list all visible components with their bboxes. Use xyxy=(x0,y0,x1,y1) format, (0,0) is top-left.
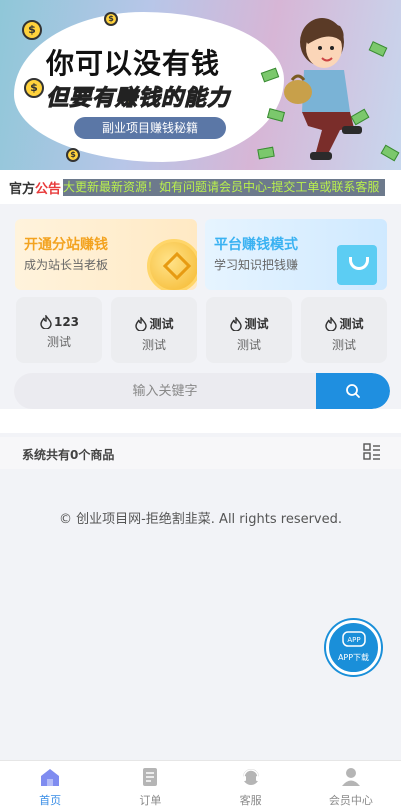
product-count: 系统共有0个商品 xyxy=(22,448,115,462)
app-badge-icon: APP xyxy=(342,631,366,647)
grid-item[interactable]: 测试 测试 xyxy=(111,297,197,363)
promo-banner[interactable]: $ $ $ $ 你可以没有钱 但要有赚钱的能力 副业项目赚钱秘籍 xyxy=(0,0,401,170)
order-icon xyxy=(143,768,158,786)
app-badge-text: APP xyxy=(347,636,360,644)
grid-item-title: 测试 xyxy=(244,317,269,331)
tab-label: 会员中心 xyxy=(328,794,373,807)
grid-item[interactable]: 测试 测试 xyxy=(301,297,387,363)
card-title: 开通分站赚钱 xyxy=(24,237,108,253)
shopping-bag-icon xyxy=(337,245,377,285)
search-bar xyxy=(14,373,390,409)
money-bill-icon xyxy=(257,146,275,160)
grid-item-subtitle: 测试 xyxy=(236,338,261,352)
tab-member-center[interactable]: 会员中心 xyxy=(301,761,401,812)
grid-item[interactable]: 测试 测试 xyxy=(206,297,292,363)
grid-item-title-row: 测试 xyxy=(301,315,387,332)
grid-item-title: 123 xyxy=(53,315,80,329)
open-substation-card[interactable]: 开通分站赚钱 成为站长当老板 xyxy=(15,219,197,290)
card-subtitle: 成为站长当老板 xyxy=(24,258,109,272)
flame-icon xyxy=(325,316,338,331)
spacer xyxy=(0,409,401,433)
notice-tag: 官方公告 xyxy=(9,178,61,197)
grid-item-title-row: 测试 xyxy=(111,315,197,332)
copyright-text: © 创业项目网-拒绝割韭菜. All rights reserved. xyxy=(58,512,343,527)
notice-tag-official: 官方 xyxy=(9,181,36,197)
list-view-toggle-icon[interactable] xyxy=(363,443,381,461)
dollar-coin-icon: $ xyxy=(104,12,118,26)
tab-label: 首页 xyxy=(39,794,62,807)
grid-item-title-row: 123 xyxy=(16,315,102,329)
banner-title: 你可以没有钱 xyxy=(46,47,221,80)
service-icon xyxy=(242,769,259,785)
dollar-coin-icon: $ xyxy=(66,148,80,162)
search-icon xyxy=(346,384,360,398)
tab-label: 订单 xyxy=(139,794,162,807)
grid-item[interactable]: 123 测试 xyxy=(16,297,102,363)
running-boy-illustration xyxy=(284,18,362,160)
home-icon xyxy=(41,769,60,786)
grid-item-title-row: 测试 xyxy=(206,315,292,332)
notice-marquee-text[interactable]: 大更新最新资源！如有问题请会员中心-提交工单或联系客服 xyxy=(63,178,386,196)
platform-earning-card[interactable]: 平台赚钱模式 学习知识把钱赚 xyxy=(205,219,387,290)
banner-pill: 副业项目赚钱秘籍 xyxy=(74,117,226,139)
tab-orders[interactable]: 订单 xyxy=(100,761,200,812)
tab-label: 客服 xyxy=(239,794,262,807)
card-title: 平台赚钱模式 xyxy=(214,237,298,253)
dollar-coin-icon: $ xyxy=(24,78,44,98)
grid-item-subtitle: 测试 xyxy=(46,335,71,349)
bottom-tab-bar: 首页 订单 客服 会员中心 xyxy=(0,760,401,812)
search-button[interactable] xyxy=(316,373,390,409)
notice-bar[interactable]: 官方公告 大更新最新资源！如有问题请会员中心-提交工单或联系客服 xyxy=(0,170,401,204)
banner-subtitle: 但要有赚钱的能力 xyxy=(45,86,231,112)
grid-item-subtitle: 测试 xyxy=(141,338,166,352)
grid-item-subtitle: 测试 xyxy=(331,338,356,352)
flame-icon xyxy=(230,316,243,331)
dollar-coin-icon: $ xyxy=(22,20,42,40)
app-download-button[interactable]: APP APP下载 xyxy=(326,620,381,675)
grid-item-title: 测试 xyxy=(339,317,364,331)
flame-icon xyxy=(40,315,52,329)
product-list-header: 系统共有0个商品 xyxy=(0,437,401,469)
notice-tag-announce: 公告 xyxy=(35,181,62,197)
grid-item-title: 测试 xyxy=(149,317,174,331)
tab-service[interactable]: 客服 xyxy=(201,761,301,812)
gold-coin-icon xyxy=(147,239,197,290)
flame-icon xyxy=(135,316,148,331)
tab-home[interactable]: 首页 xyxy=(0,761,100,812)
app-download-label: APP下载 xyxy=(337,653,370,662)
card-subtitle: 学习知识把钱赚 xyxy=(214,258,299,272)
user-icon xyxy=(341,768,360,786)
search-input[interactable] xyxy=(14,373,316,409)
